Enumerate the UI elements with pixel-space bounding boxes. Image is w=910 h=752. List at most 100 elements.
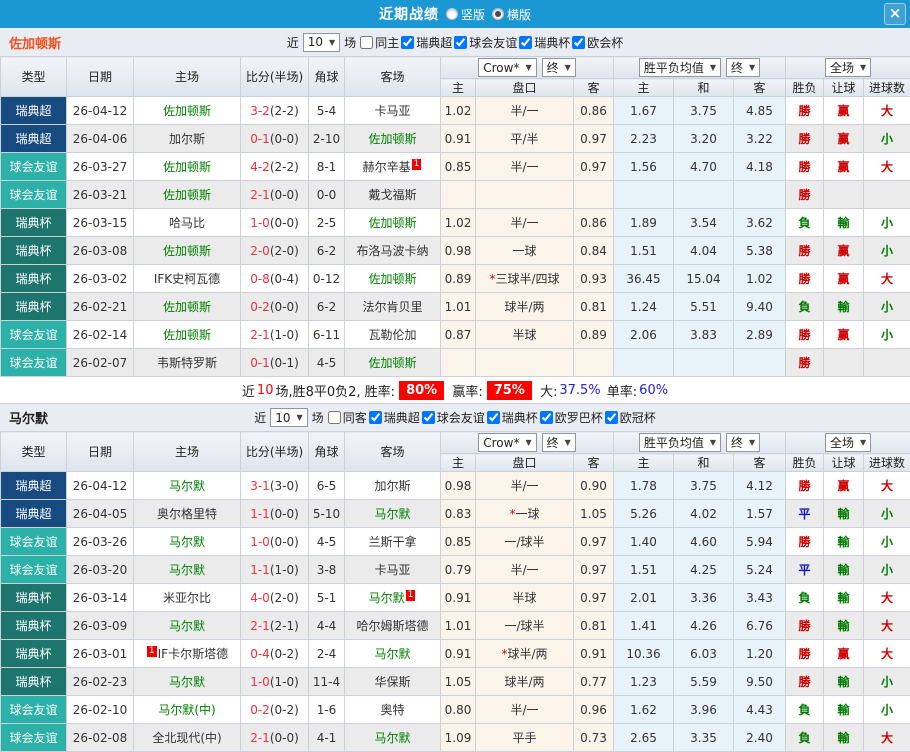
match-count-select[interactable]: 10▼ bbox=[270, 408, 307, 427]
goals-result: 大 bbox=[864, 472, 910, 500]
filter-checkbox[interactable]: 欧冠杯 bbox=[605, 409, 656, 426]
corner-score: 11-4 bbox=[309, 668, 345, 696]
away-odds bbox=[574, 349, 614, 377]
summary-text: 单率: bbox=[603, 381, 638, 400]
close-icon[interactable]: × bbox=[884, 3, 906, 25]
filter-checkbox[interactable]: 球会友谊 bbox=[454, 34, 517, 51]
table-row: 球会友谊26-03-21佐加顿斯2-1(0-0)0-0戴戈福斯勝 bbox=[1, 181, 910, 209]
league-badge: 球会友谊 bbox=[1, 528, 67, 556]
scope-select[interactable]: 全场▼ bbox=[825, 58, 871, 77]
col-odds-home: 主 bbox=[441, 454, 476, 472]
score: 2-1(0-0) bbox=[241, 724, 309, 752]
mean-time-select[interactable]: 终▼ bbox=[726, 58, 760, 77]
score: 4-0(2-0) bbox=[241, 584, 309, 612]
filter-checkbox[interactable]: 欧罗巴杯 bbox=[540, 409, 603, 426]
checkbox-input[interactable] bbox=[401, 36, 414, 49]
radio-horizontal-layout[interactable]: 横版 bbox=[492, 6, 531, 23]
mean-draw: 4.04 bbox=[674, 237, 734, 265]
result: 負 bbox=[786, 584, 824, 612]
result: 勝 bbox=[786, 125, 824, 153]
away-team: 佐加顿斯 bbox=[345, 265, 441, 293]
league-badge: 球会友谊 bbox=[1, 181, 67, 209]
radio-circle-icon[interactable] bbox=[446, 8, 458, 20]
match-count-select[interactable]: 10▼ bbox=[303, 33, 340, 52]
result: 平 bbox=[786, 500, 824, 528]
goals-result: 小 bbox=[864, 500, 910, 528]
league-badge: 球会友谊 bbox=[1, 349, 67, 377]
mean-home: 1.51 bbox=[614, 556, 674, 584]
checkbox-input[interactable] bbox=[519, 36, 532, 49]
col-goals: 进球数 bbox=[864, 454, 910, 472]
score: 0-4(0-2) bbox=[241, 640, 309, 668]
goals-result bbox=[864, 349, 910, 377]
odds-time-select[interactable]: 终▼ bbox=[542, 433, 576, 452]
filter-checkbox[interactable]: 球会友谊 bbox=[422, 409, 485, 426]
handicap: 一/球半 bbox=[476, 612, 574, 640]
away-team: 布洛马波卡纳 bbox=[345, 237, 441, 265]
filter-checkbox[interactable]: 瑞典超 bbox=[369, 409, 420, 426]
mean-away: 3.62 bbox=[734, 209, 786, 237]
goals-result: 小 bbox=[864, 668, 910, 696]
checkbox-label: 球会友谊 bbox=[469, 34, 517, 51]
checkbox-input[interactable] bbox=[540, 411, 553, 424]
mean-select[interactable]: 胜平负均值▼ bbox=[639, 58, 721, 77]
goals-result: 小 bbox=[864, 321, 910, 349]
away-odds: 0.81 bbox=[574, 293, 614, 321]
chevron-down-icon: ▼ bbox=[710, 438, 716, 447]
checkbox-input[interactable] bbox=[422, 411, 435, 424]
checkbox-label: 同客 bbox=[343, 409, 367, 426]
filter-checkbox[interactable]: 同主 bbox=[360, 34, 399, 51]
handicap-result: 輸 bbox=[824, 612, 864, 640]
result: 負 bbox=[786, 209, 824, 237]
checkbox-input[interactable] bbox=[572, 36, 585, 49]
odds-source-select[interactable]: Crow*▼ bbox=[478, 58, 536, 77]
match-date: 26-02-21 bbox=[67, 293, 134, 321]
filter-checkbox[interactable]: 欧会杯 bbox=[572, 34, 623, 51]
scope-select[interactable]: 全场▼ bbox=[825, 433, 871, 452]
filter-checkbox[interactable]: 同客 bbox=[328, 409, 367, 426]
mean-home: 1.51 bbox=[614, 237, 674, 265]
odds-source-select[interactable]: Crow*▼ bbox=[478, 433, 536, 452]
checkbox-input[interactable] bbox=[605, 411, 618, 424]
corner-score: 5-10 bbox=[309, 500, 345, 528]
chevron-down-icon: ▼ bbox=[297, 413, 303, 422]
filter-checkbox[interactable]: 瑞典杯 bbox=[519, 34, 570, 51]
checkbox-input[interactable] bbox=[487, 411, 500, 424]
match-date: 26-02-23 bbox=[67, 668, 134, 696]
table-row: 球会友谊26-03-26马尔默1-0(0-0)4-5兰斯干拿0.85一/球半0.… bbox=[1, 528, 910, 556]
away-team: 卡马亚 bbox=[345, 97, 441, 125]
score: 1-0(0-0) bbox=[241, 209, 309, 237]
handicap-result: 赢 bbox=[824, 640, 864, 668]
mean-home: 2.06 bbox=[614, 321, 674, 349]
result: 勝 bbox=[786, 181, 824, 209]
table-row: 瑞典杯26-03-15哈马比1-0(0-0)2-5佐加顿斯1.02半/一0.86… bbox=[1, 209, 910, 237]
checkbox-input[interactable] bbox=[454, 36, 467, 49]
radio-vertical-layout[interactable]: 竖版 bbox=[446, 6, 485, 23]
filter-checkbox[interactable]: 瑞典杯 bbox=[487, 409, 538, 426]
home-odds: 1.05 bbox=[441, 668, 476, 696]
mean-select[interactable]: 胜平负均值▼ bbox=[639, 433, 721, 452]
home-odds bbox=[441, 181, 476, 209]
mean-home: 1.78 bbox=[614, 472, 674, 500]
col-corner: 角球 bbox=[309, 432, 345, 472]
radio-circle-icon[interactable] bbox=[492, 8, 504, 20]
score: 0-1(0-0) bbox=[241, 125, 309, 153]
checkbox-input[interactable] bbox=[360, 36, 373, 49]
checkbox-input[interactable] bbox=[369, 411, 382, 424]
league-badge: 瑞典杯 bbox=[1, 640, 67, 668]
checkbox-input[interactable] bbox=[328, 411, 341, 424]
col-handicap-result: 让球 bbox=[824, 454, 864, 472]
home-odds: 0.98 bbox=[441, 472, 476, 500]
home-team: 韦斯特罗斯 bbox=[134, 349, 241, 377]
home-odds: 0.85 bbox=[441, 528, 476, 556]
filter-checkbox[interactable]: 瑞典超 bbox=[401, 34, 452, 51]
odds-time-select[interactable]: 终▼ bbox=[542, 58, 576, 77]
away-team: 马尔默 bbox=[345, 724, 441, 752]
mean-time-select[interactable]: 终▼ bbox=[726, 433, 760, 452]
league-badge: 瑞典超 bbox=[1, 125, 67, 153]
league-badge: 瑞典超 bbox=[1, 472, 67, 500]
summary-bar: 近10场,胜8平0负2, 胜率:80% 赢率:75% 大:37.5% 单率:60… bbox=[0, 377, 910, 403]
chevron-down-icon: ▼ bbox=[525, 63, 531, 72]
match-date: 26-03-15 bbox=[67, 209, 134, 237]
away-team: 奥特 bbox=[345, 696, 441, 724]
